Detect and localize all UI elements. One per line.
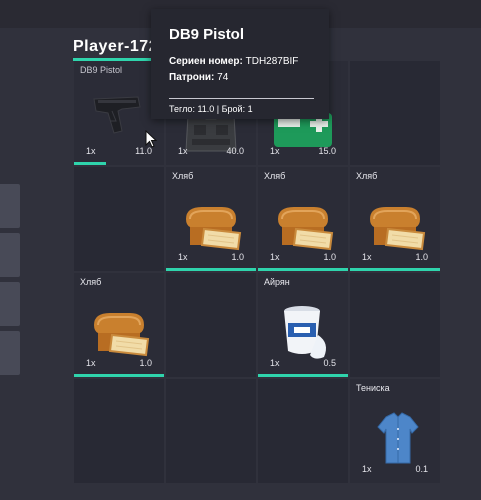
item-durability-bar [166, 268, 256, 271]
item-quantity: 1x [362, 464, 372, 474]
item-durability-bar [258, 268, 348, 271]
item-quantity: 1x [178, 252, 188, 262]
inventory-slot-4[interactable] [350, 61, 440, 165]
item-weight: 1.0 [231, 252, 244, 262]
mouse-cursor-icon [145, 130, 157, 148]
inventory-slot-5[interactable] [74, 167, 164, 271]
side-tab-2[interactable] [0, 233, 20, 277]
item-name: Хляб [172, 171, 194, 181]
item-name: Тениска [356, 383, 390, 393]
item-durability-bar [74, 374, 164, 377]
item-quantity: 1x [362, 252, 372, 262]
item-durability-bar [258, 374, 348, 377]
tooltip-ammo: Патрони: 74 [169, 72, 228, 83]
side-tabs [0, 184, 20, 380]
item-weight: 15.0 [318, 146, 336, 156]
inventory-slot-11[interactable]: Айрян 1x 0.5 [258, 273, 348, 377]
item-quantity: 1x [86, 146, 96, 156]
inventory-slot-12[interactable] [350, 273, 440, 377]
tooltip-divider [169, 98, 314, 99]
item-durability-bar [350, 268, 440, 271]
ammo-label: Патрони: [169, 72, 215, 83]
inventory-slot-14[interactable] [166, 379, 256, 483]
serial-label: Сериен номер: [169, 56, 243, 67]
item-weight: 0.5 [323, 358, 336, 368]
tooltip-serial: Сериен номер: TDH287BIF [169, 56, 298, 67]
tooltip-footer: Тегло: 11.0 | Брой: 1 [169, 104, 253, 114]
item-quantity: 1x [270, 252, 280, 262]
item-name: Хляб [356, 171, 378, 181]
item-weight: 1.0 [139, 358, 152, 368]
side-tab-3[interactable] [0, 282, 20, 326]
inventory-slot-16[interactable]: Тениска 1x 0.1 [350, 379, 440, 483]
serial-value: TDH287BIF [245, 56, 299, 67]
tooltip-title: DB9 Pistol [169, 26, 245, 43]
item-durability-bar [74, 162, 106, 165]
item-weight: 0.1 [415, 464, 428, 474]
inventory-slot-15[interactable] [258, 379, 348, 483]
inventory-slot-7[interactable]: Хляб 1x 1.0 [258, 167, 348, 271]
inventory-slot-10[interactable] [166, 273, 256, 377]
inventory-slot-6[interactable]: Хляб 1x 1.0 [166, 167, 256, 271]
inventory-slot-9[interactable]: Хляб 1x 1.0 [74, 273, 164, 377]
inventory-grid: DB9 Pistol1x11.01x40.0Аптечка1x15.0Хляб1… [74, 61, 440, 483]
item-quantity: 1x [86, 358, 96, 368]
item-quantity: 1x [178, 146, 188, 156]
item-quantity: 1x [270, 146, 280, 156]
ammo-value: 74 [217, 72, 229, 83]
item-weight: 1.0 [323, 252, 336, 262]
inventory-slot-8[interactable]: Хляб 1x 1.0 [350, 167, 440, 271]
item-weight: 1.0 [415, 252, 428, 262]
item-name: DB9 Pistol [80, 65, 123, 75]
item-name: Хляб [264, 171, 286, 181]
item-name: Айрян [264, 277, 290, 287]
item-tooltip: DB9 Pistol Сериен номер: TDH287BIF Патро… [151, 9, 329, 119]
item-name: Хляб [80, 277, 102, 287]
item-weight: 40.0 [226, 146, 244, 156]
inventory-slot-13[interactable] [74, 379, 164, 483]
side-tab-4[interactable] [0, 331, 20, 375]
side-tab-1[interactable] [0, 184, 20, 228]
item-quantity: 1x [270, 358, 280, 368]
player-name: Player-172 [73, 38, 159, 55]
